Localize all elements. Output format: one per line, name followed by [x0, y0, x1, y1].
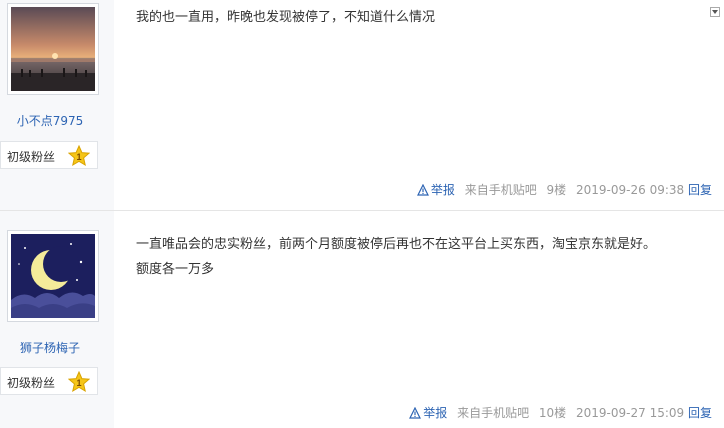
fan-level-label: 初级粉丝: [7, 376, 56, 390]
post-content: 一直唯品会的忠实粉丝，前两个月额度被停后再也不在这平台上买东西，淘宝京东就是好。…: [136, 232, 714, 282]
post-meta: 举报 来自手机贴吧 10楼 2019-09-27 15:09 回复: [409, 404, 712, 421]
post-time: 2019-09-27 15:09: [576, 406, 685, 420]
username-link[interactable]: 狮子杨梅子: [0, 339, 100, 356]
fan-level-badge[interactable]: 初级粉丝 1: [0, 367, 98, 395]
warning-icon: [409, 406, 422, 419]
fan-level-badge[interactable]: 初级粉丝 1: [0, 141, 98, 169]
content-line: 额度各一万多: [136, 262, 215, 277]
floor-number: 9楼: [546, 183, 567, 197]
star-level-icon: 1: [68, 145, 90, 167]
moon-avatar-image: [11, 234, 95, 318]
reply-link[interactable]: 回复: [688, 406, 712, 420]
report-link[interactable]: 举报: [416, 183, 455, 197]
collapse-toggle-icon[interactable]: [710, 7, 720, 17]
post-floor-10: 狮子杨梅子 初级粉丝 1 一直唯品会的忠实粉丝，前两个月额度被停后再也不在这平台…: [0, 211, 724, 428]
level-number: 1: [76, 152, 81, 162]
floor-number: 10楼: [538, 406, 567, 420]
warning-icon: [416, 183, 429, 196]
source-label[interactable]: 来自手机贴吧: [465, 183, 537, 197]
fan-level-label: 初级粉丝: [7, 150, 56, 164]
post-floor-9: 小不点7975 初级粉丝 1 我的也一直用，昨晚也发现被停了，不知道什么情况 举…: [0, 0, 724, 211]
source-label[interactable]: 来自手机贴吧: [457, 406, 529, 420]
report-label: 举报: [423, 406, 448, 420]
level-number: 1: [76, 378, 81, 388]
post-time: 2019-09-26 09:38: [576, 183, 685, 197]
reply-link[interactable]: 回复: [688, 183, 712, 197]
post-meta: 举报 来自手机贴吧 9楼 2019-09-26 09:38 回复: [416, 181, 712, 198]
report-label: 举报: [430, 183, 455, 197]
report-link[interactable]: 举报: [409, 406, 447, 420]
star-level-icon: 1: [68, 371, 90, 393]
avatar[interactable]: [7, 3, 99, 95]
post-content: 我的也一直用，昨晚也发现被停了，不知道什么情况: [136, 5, 714, 30]
content-line: 一直唯品会的忠实粉丝，前两个月额度被停后再也不在这平台上买东西，淘宝京东就是好。: [136, 237, 657, 252]
content-line: 我的也一直用，昨晚也发现被停了，不知道什么情况: [136, 10, 436, 25]
sunset-avatar-image: [11, 7, 95, 91]
username-link[interactable]: 小不点7975: [0, 112, 100, 129]
avatar[interactable]: [7, 230, 99, 322]
